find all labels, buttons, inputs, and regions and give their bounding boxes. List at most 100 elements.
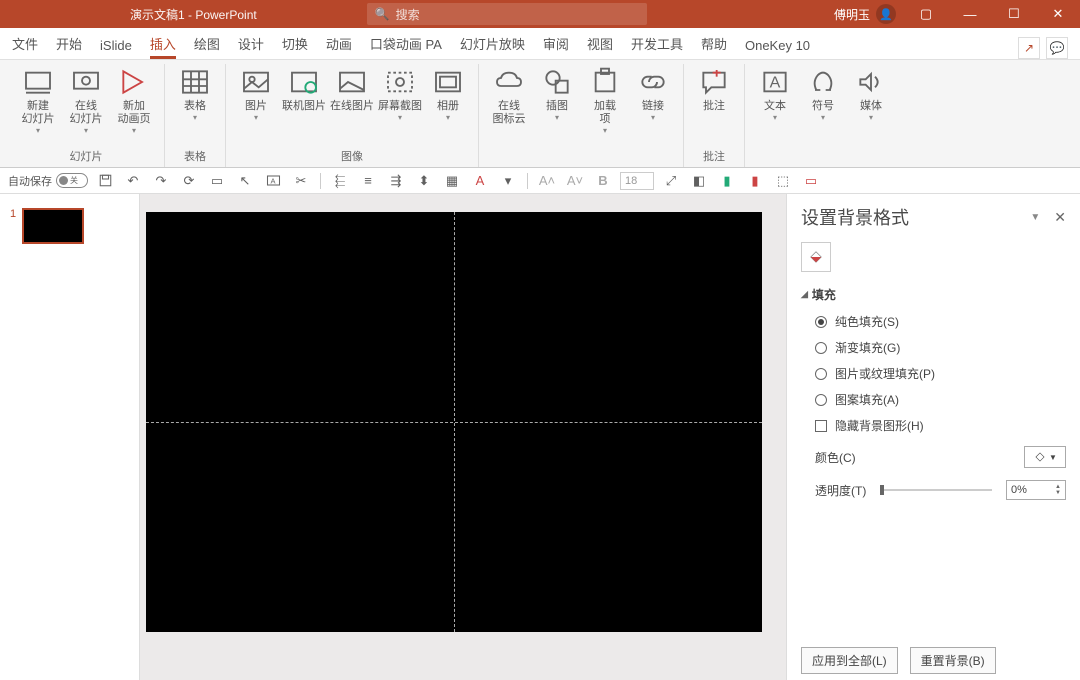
fill-section-header[interactable]: ◢ 填充: [801, 286, 1066, 303]
transparency-input[interactable]: 0% ▲▼: [1006, 480, 1066, 500]
tab-draw[interactable]: 绘图: [194, 34, 220, 59]
tab-design[interactable]: 设计: [238, 34, 264, 59]
decrease-font-button[interactable]: A˅: [564, 171, 586, 191]
media-button[interactable]: 媒体▾: [849, 66, 893, 122]
album-icon: [432, 66, 464, 98]
cursor-tool[interactable]: ↖: [234, 171, 256, 191]
reset-bg-button[interactable]: 重置背景(B): [910, 647, 996, 674]
icon-cloud-button[interactable]: 在线图标云: [487, 66, 531, 126]
tab-file[interactable]: 文件: [12, 34, 38, 59]
transparency-slider[interactable]: [880, 489, 992, 491]
slide[interactable]: [146, 212, 762, 632]
transparency-row: 透明度(T) 0% ▲▼: [815, 480, 1066, 500]
picture-button[interactable]: 图片▾: [234, 66, 278, 122]
text-button[interactable]: A 文本▾: [753, 66, 797, 122]
thumbnail-1[interactable]: 1: [10, 208, 129, 244]
align-right-button[interactable]: ⇶: [385, 171, 407, 191]
online-slide-icon: [70, 66, 102, 98]
tab-developer[interactable]: 开发工具: [631, 34, 683, 59]
search-placeholder: 搜索: [396, 6, 420, 23]
ribbon: 新建幻灯片▾ 在线幻灯片▾ 新加动画页▾ 幻灯片 表格▾ 表格 图片: [0, 60, 1080, 168]
fill-bucket-icon[interactable]: [801, 242, 831, 272]
tab-insert[interactable]: 插入: [150, 34, 176, 59]
qat-tool-8[interactable]: ▭: [800, 171, 822, 191]
tab-review[interactable]: 审阅: [543, 34, 569, 59]
bold-button[interactable]: B: [592, 171, 614, 191]
distribute-button[interactable]: ⬍: [413, 171, 435, 191]
minimize-button[interactable]: —: [948, 0, 992, 28]
autosave-toggle[interactable]: 自动保存 关: [8, 173, 88, 189]
tab-home[interactable]: 开始: [56, 34, 82, 59]
new-slide-icon: [22, 66, 54, 98]
qat-tool-1[interactable]: ✂: [290, 171, 312, 191]
redo-button[interactable]: ↷: [150, 171, 172, 191]
maximize-button[interactable]: ☐: [992, 0, 1036, 28]
pane-options-button[interactable]: ▼: [1030, 212, 1040, 223]
tab-slideshow[interactable]: 幻灯片放映: [460, 34, 525, 59]
online-picture-button[interactable]: 联机图片: [282, 66, 326, 113]
table-button[interactable]: 表格▾: [173, 66, 217, 122]
doc-title: 演示文稿1 - PowerPoint: [130, 6, 257, 23]
slide-canvas[interactable]: [140, 194, 786, 680]
qat-tool-7[interactable]: ⬚: [772, 171, 794, 191]
qat-tool-2[interactable]: ▦: [441, 171, 463, 191]
save-button[interactable]: [94, 171, 116, 191]
tab-transitions[interactable]: 切换: [282, 34, 308, 59]
online-picture-icon: [288, 66, 320, 98]
chevron-down-icon[interactable]: ▾: [497, 171, 519, 191]
group-misc: A 文本▾ 符号▾ 媒体▾: [745, 64, 901, 167]
hide-bg-checkbox[interactable]: 隐藏背景图形(H): [815, 417, 1066, 434]
online-slide-button[interactable]: 在线幻灯片▾: [64, 66, 108, 135]
tab-animations[interactable]: 动画: [326, 34, 352, 59]
font-color-button[interactable]: A: [469, 171, 491, 191]
anim-page-button[interactable]: 新加动画页▾: [112, 66, 156, 135]
qat-tool-4[interactable]: ◧: [688, 171, 710, 191]
solid-fill-radio[interactable]: 纯色填充(S): [815, 313, 1066, 330]
tab-islide[interactable]: iSlide: [100, 38, 132, 59]
undo-button[interactable]: ↶: [122, 171, 144, 191]
qat-tool-3[interactable]: ⤢: [660, 171, 682, 191]
search-box[interactable]: 🔍 搜索: [367, 3, 647, 25]
slide-thumbnails-panel: 1: [0, 194, 140, 680]
symbol-button[interactable]: 符号▾: [801, 66, 845, 122]
user-name: 傅明玉: [834, 6, 870, 23]
group-icons: 在线图标云 插图▾ 加载项▾ 链接▾: [479, 64, 684, 167]
link-button[interactable]: 链接▾: [631, 66, 675, 122]
qat-tool-5[interactable]: ▮: [716, 171, 738, 191]
user-info[interactable]: 傅明玉 👤: [834, 4, 896, 24]
picture-fill-radio[interactable]: 图片或纹理填充(P): [815, 365, 1066, 382]
guide-horizontal: [146, 422, 762, 423]
text-icon: A: [759, 66, 791, 98]
illustration-button[interactable]: 插图▾: [535, 66, 579, 122]
pattern-fill-radio[interactable]: 图案填充(A): [815, 391, 1066, 408]
color-picker[interactable]: ▼: [1024, 446, 1066, 468]
close-button[interactable]: ✕: [1036, 0, 1080, 28]
shapes-icon: [541, 66, 573, 98]
comment-button[interactable]: 批注: [692, 66, 736, 113]
tab-pocket-anim[interactable]: 口袋动画 PA: [370, 34, 442, 59]
tab-help[interactable]: 帮助: [701, 34, 727, 59]
textbox-tool[interactable]: A: [262, 171, 284, 191]
gradient-fill-radio[interactable]: 渐变填充(G): [815, 339, 1066, 356]
ribbon-display-button[interactable]: ▢: [904, 0, 948, 28]
screenshot-button[interactable]: 屏幕截图▾: [378, 66, 422, 122]
apply-all-button[interactable]: 应用到全部(L): [801, 647, 898, 674]
increase-font-button[interactable]: A˄: [536, 171, 558, 191]
new-slide-button[interactable]: 新建幻灯片▾: [16, 66, 60, 135]
addin-button[interactable]: 加载项▾: [583, 66, 627, 135]
align-left-button[interactable]: ⬱: [329, 171, 351, 191]
font-size-input[interactable]: 18: [620, 172, 654, 190]
slideshow-button[interactable]: ▭: [206, 171, 228, 191]
repeat-button[interactable]: ⟳: [178, 171, 200, 191]
tab-onekey[interactable]: OneKey 10: [745, 38, 810, 59]
comments-button[interactable]: 💬: [1046, 37, 1068, 59]
album-button[interactable]: 相册▾: [426, 66, 470, 122]
align-center-button[interactable]: ≡: [357, 171, 379, 191]
quick-access-toolbar: 自动保存 关 ↶ ↷ ⟳ ▭ ↖ A ✂ ⬱ ≡ ⇶ ⬍ ▦ A ▾ A˄ A˅…: [0, 168, 1080, 194]
tab-view[interactable]: 视图: [587, 34, 613, 59]
qat-tool-6[interactable]: ▮: [744, 171, 766, 191]
group-tables: 表格▾ 表格: [165, 64, 226, 167]
web-picture-button[interactable]: 在线图片: [330, 66, 374, 113]
share-button[interactable]: ↗: [1018, 37, 1040, 59]
pane-close-button[interactable]: ✕: [1054, 209, 1066, 226]
